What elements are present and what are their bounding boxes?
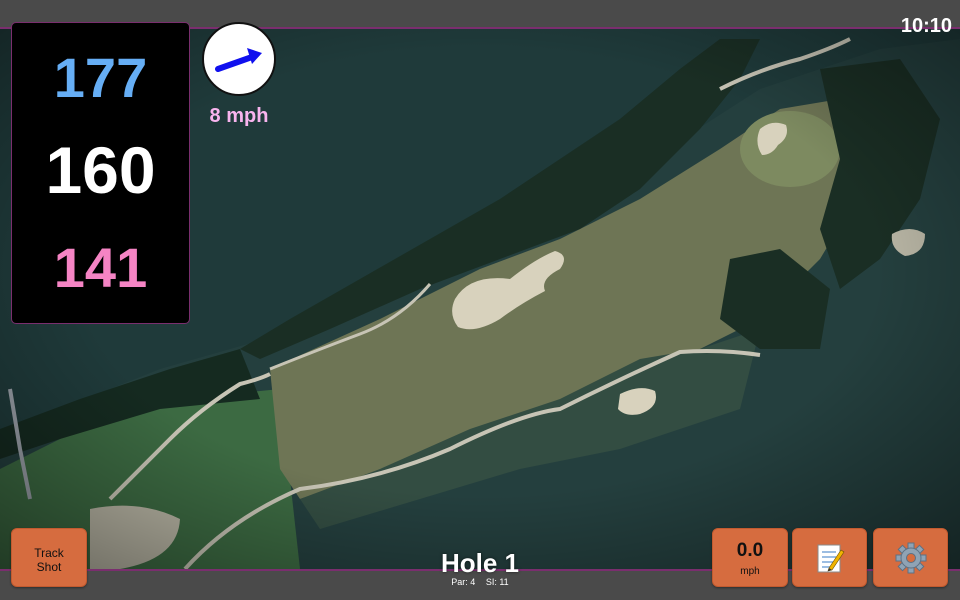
settings-button[interactable] <box>873 528 948 587</box>
notes-button[interactable] <box>792 528 867 587</box>
gear-icon <box>895 542 926 573</box>
hole-info: Par: 4 SI: 11 <box>380 577 580 587</box>
distance-front: 141 <box>53 236 148 299</box>
wind-indicator <box>202 22 276 96</box>
distance-back: 177 <box>53 46 148 109</box>
speed-value: 0.0 <box>736 540 764 561</box>
wind-arrow-icon <box>215 48 262 72</box>
track-shot-label-line2: Shot <box>36 560 62 574</box>
track-shot-label-line1: Track <box>34 546 64 560</box>
hole-title: Hole 1 <box>440 548 520 578</box>
speed-button[interactable]: 0.0 mph <box>712 528 788 587</box>
memo-icon <box>817 544 844 572</box>
distance-middle: 160 <box>45 133 156 207</box>
speed-unit: mph <box>740 566 760 577</box>
clock: 10:10 <box>900 15 952 37</box>
track-shot-button[interactable]: Track Shot <box>11 528 87 587</box>
distance-panel: 177 160 141 <box>11 22 190 324</box>
hole-stroke-index: SI: 11 <box>485 577 509 587</box>
hole-par: Par: 4 <box>451 577 476 587</box>
wind-speed: 8 mph <box>209 105 269 127</box>
